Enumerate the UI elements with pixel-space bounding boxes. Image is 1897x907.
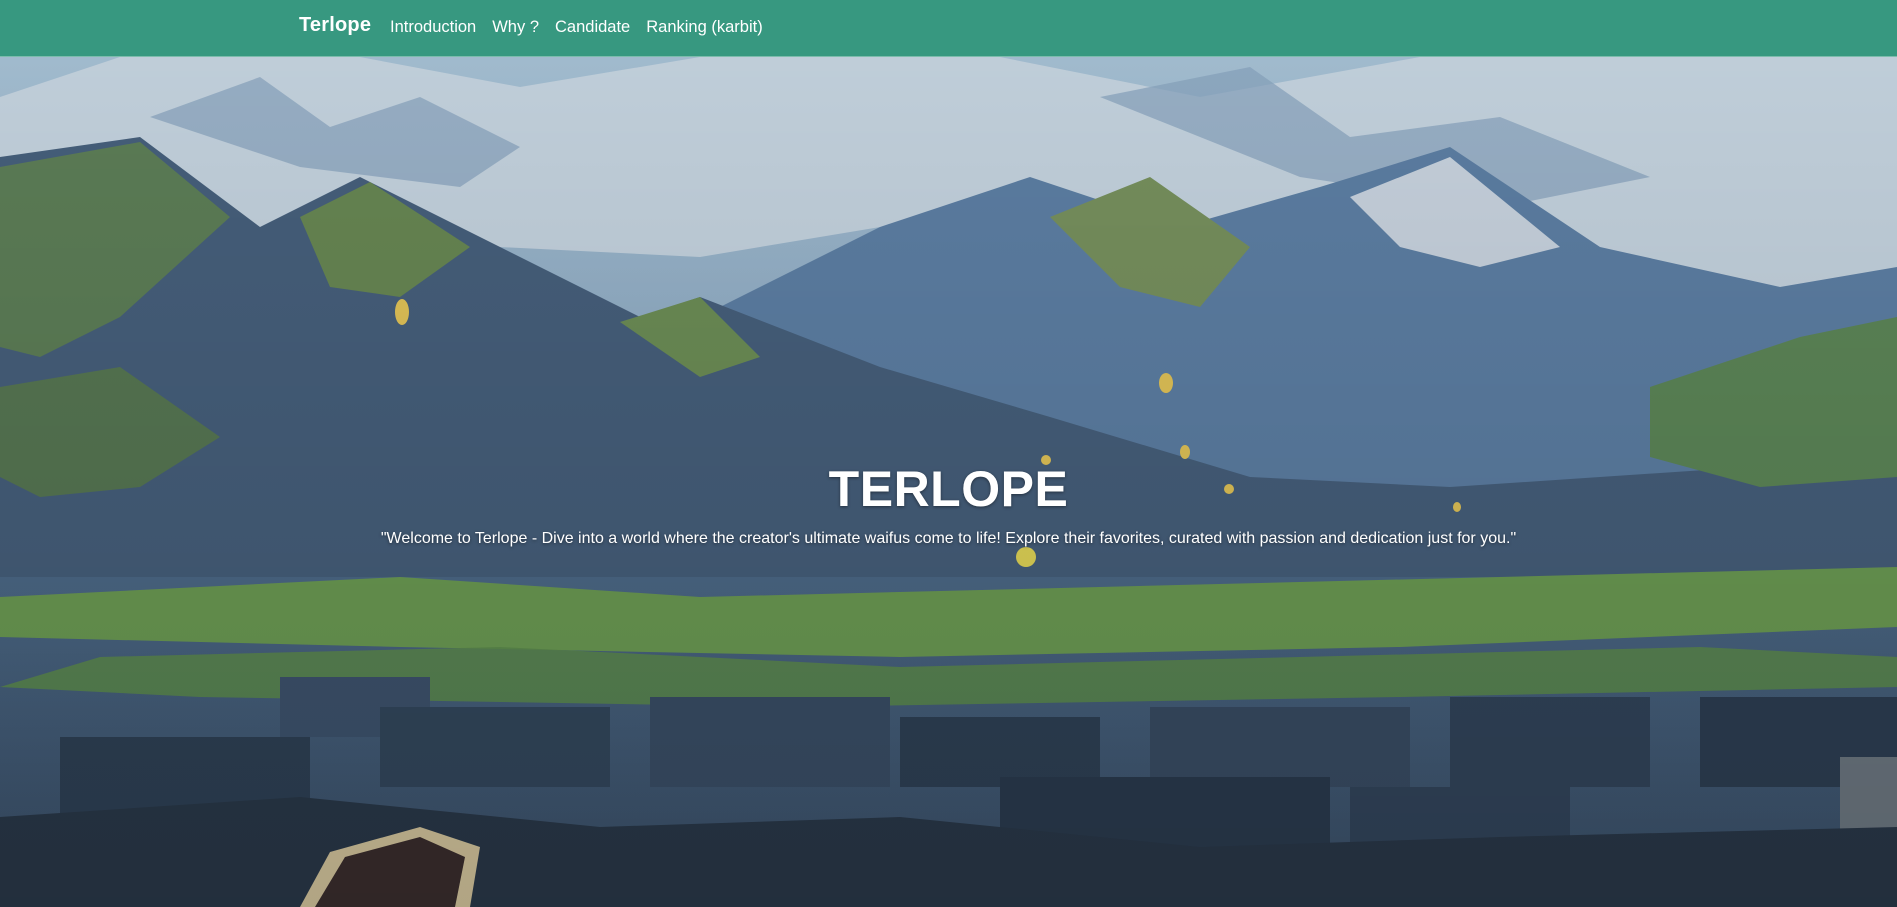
brand-link[interactable]: Terlope: [299, 14, 371, 37]
hero-subtitle: "Welcome to Terlope - Dive into a world …: [380, 530, 1517, 547]
hero-content: TERLOPE "Welcome to Terlope - Dive into …: [0, 462, 1897, 550]
nav-link-why[interactable]: Why ?: [492, 18, 539, 37]
nav-link-candidate[interactable]: Candidate: [555, 18, 630, 37]
nav-links: Introduction Why ? Candidate Ranking (ka…: [390, 18, 779, 37]
nav-link-ranking[interactable]: Ranking (karbit): [646, 18, 762, 37]
top-navbar: Terlope Introduction Why ? Candidate Ran…: [0, 0, 1897, 57]
nav-link-introduction[interactable]: Introduction: [390, 18, 476, 37]
hero-title: TERLOPE: [828, 461, 1069, 517]
hero-section: TERLOPE "Welcome to Terlope - Dive into …: [0, 57, 1897, 907]
